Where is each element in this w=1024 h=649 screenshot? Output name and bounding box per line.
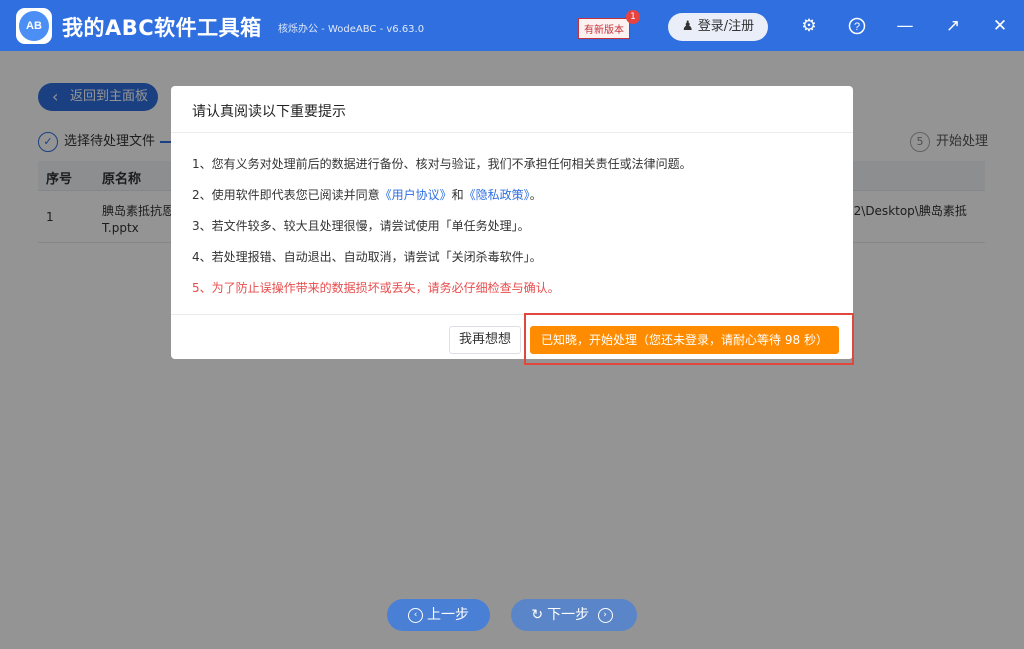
- maximize-icon[interactable]: ↗: [941, 14, 965, 38]
- user-agreement-link[interactable]: 《用户协议》: [380, 188, 452, 202]
- close-icon[interactable]: ✕: [988, 14, 1012, 38]
- settings-icon[interactable]: ⚙: [797, 14, 821, 38]
- notice-line-5-warning: 5、为了防止误操作带来的数据损坏或丢失，请务必仔细检查与确认。: [192, 281, 560, 295]
- prev-label: 上一步: [427, 607, 469, 623]
- login-button[interactable]: ♟ 登录/注册: [668, 13, 768, 41]
- loading-icon: ↻: [531, 607, 544, 623]
- next-label: 下一步: [547, 607, 590, 623]
- highlight-box: [524, 313, 854, 365]
- login-label: 登录/注册: [697, 19, 755, 34]
- privacy-policy-link[interactable]: 《隐私政策》: [464, 188, 530, 202]
- new-version-button[interactable]: 有新版本: [578, 18, 630, 39]
- dialog-title: 请认真阅读以下重要提示: [192, 104, 346, 120]
- line2-suffix: 。: [529, 188, 542, 202]
- arrow-right-icon: ›: [597, 607, 613, 623]
- next-step-button[interactable]: ↻ 下一步 ›: [511, 599, 637, 631]
- notice-line-3: 3、若文件较多、较大且处理很慢，请尝试使用「单任务处理」。: [192, 219, 530, 233]
- reconsider-button[interactable]: 我再想想: [449, 326, 521, 354]
- svg-text:?: ?: [854, 21, 860, 33]
- app-subtitle: 核烁办公 - WodeABC - v6.63.0: [278, 24, 425, 35]
- notice-line-1: 1、您有义务对处理前后的数据进行备份、核对与验证，我们不承担任何相关责任或法律问…: [192, 157, 692, 171]
- title-bar: AB 我的ABC软件工具箱 核烁办公 - WodeABC - v6.63.0 有…: [0, 0, 1024, 51]
- new-version-badge: 1: [626, 10, 640, 24]
- app-logo-text: AB: [19, 11, 49, 41]
- line2-prefix: 2、使用软件即代表您已阅读并同意: [192, 188, 380, 202]
- line2-mid: 和: [451, 188, 464, 202]
- arrow-left-icon: ‹: [408, 607, 423, 623]
- help-icon[interactable]: ?: [845, 14, 869, 38]
- notice-line-2: 2、使用软件即代表您已阅读并同意《用户协议》和《隐私政策》。: [192, 186, 542, 203]
- app-title: 我的ABC软件工具箱: [62, 16, 262, 40]
- previous-step-button[interactable]: ‹ 上一步: [387, 599, 490, 631]
- app-logo-icon: AB: [16, 8, 52, 44]
- dialog-divider-top: [171, 132, 853, 133]
- notice-line-4: 4、若处理报错、自动退出、自动取消，请尝试「关闭杀毒软件」。: [192, 250, 542, 264]
- user-icon: ♟: [681, 19, 694, 34]
- minimize-icon[interactable]: —: [893, 14, 917, 38]
